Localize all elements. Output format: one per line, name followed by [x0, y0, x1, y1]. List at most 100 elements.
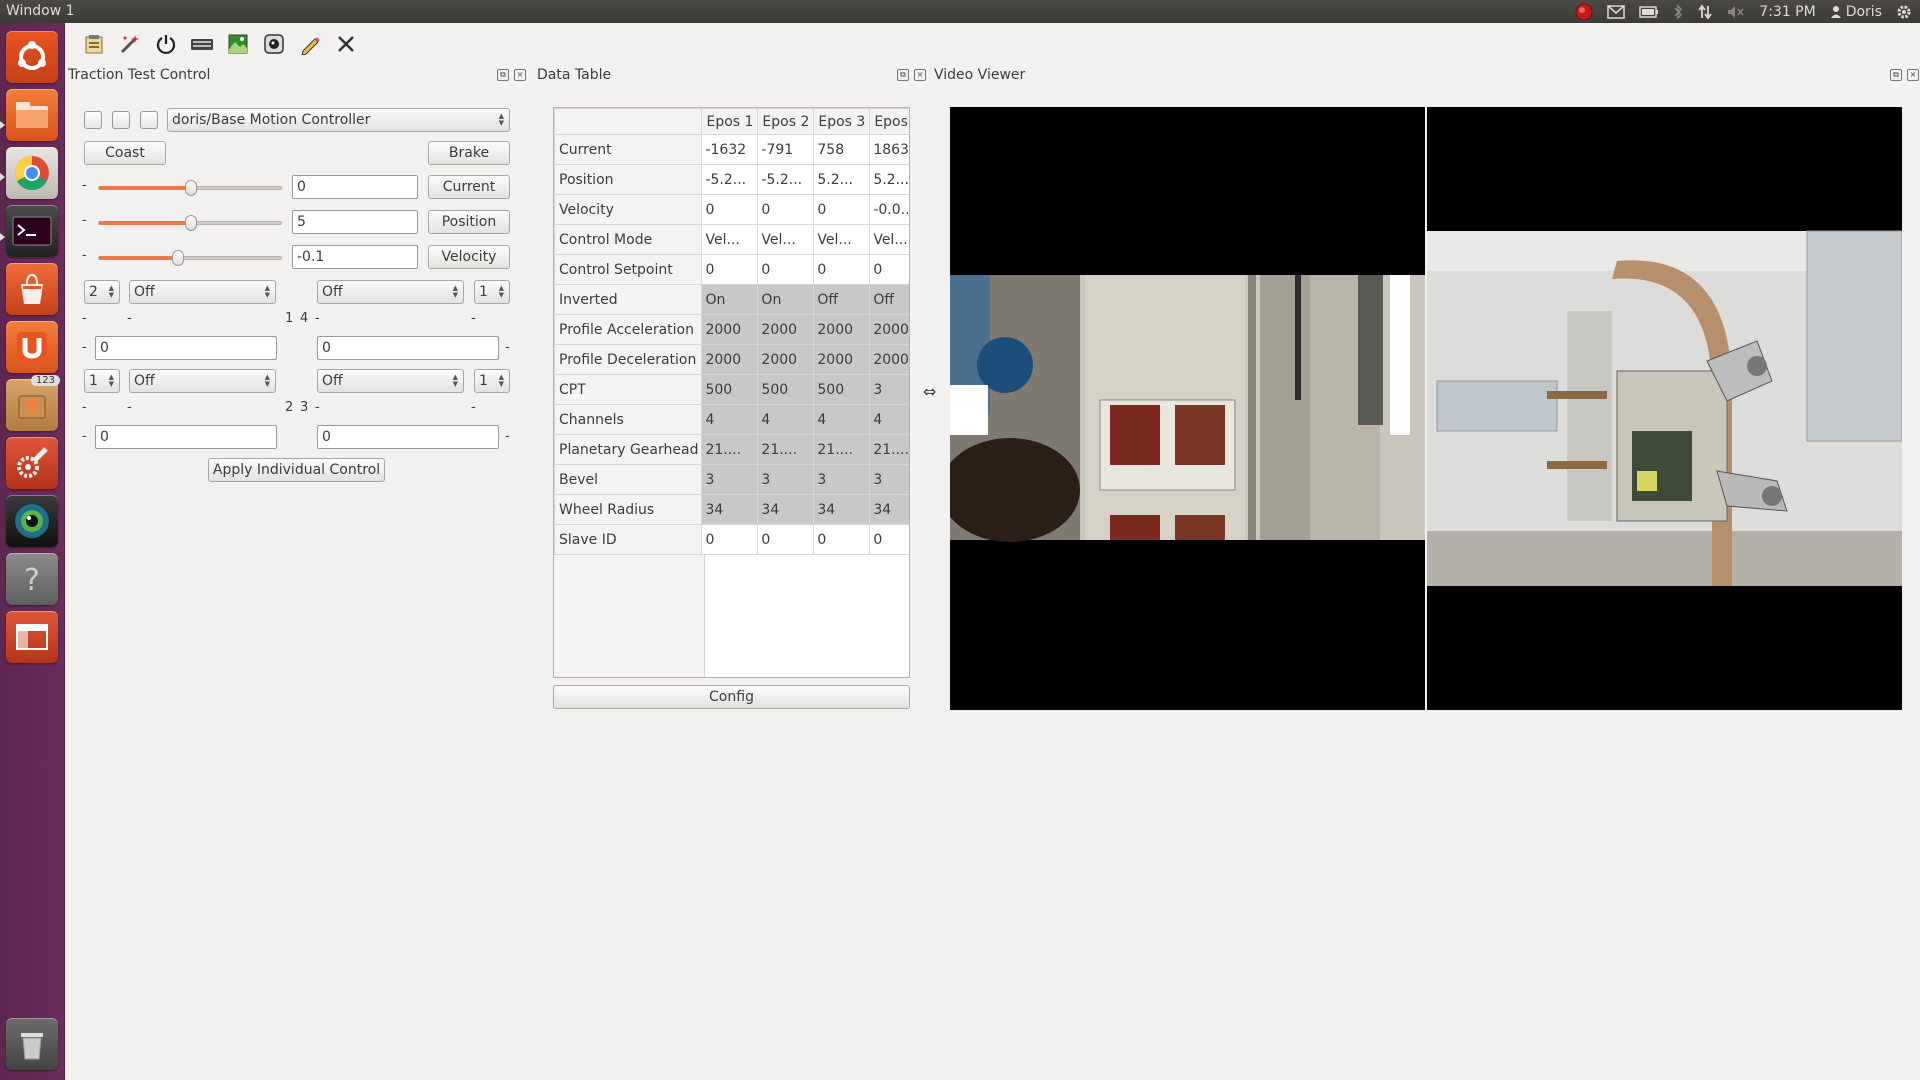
apply-individual-control-button[interactable]: Apply Individual Control	[208, 458, 385, 482]
table-cell[interactable]: 3	[701, 464, 759, 495]
video-feed-left[interactable]	[950, 107, 1425, 710]
position-button[interactable]: Position	[428, 210, 510, 234]
table-cell[interactable]: 2000	[757, 314, 815, 345]
table-cell[interactable]: 500	[701, 374, 759, 405]
row-header[interactable]: Channels	[554, 404, 703, 435]
battery-icon[interactable]	[1639, 5, 1659, 18]
table-cell[interactable]: Vel...	[701, 224, 759, 255]
row-header[interactable]: Slave ID	[554, 524, 703, 555]
controller-select[interactable]: doris/Base Motion Controller ▲ ▼	[167, 108, 510, 132]
table-cell[interactable]: On	[701, 284, 759, 315]
slider-handle[interactable]	[185, 180, 197, 196]
pencil-icon[interactable]	[296, 30, 324, 58]
chrome-icon[interactable]	[6, 147, 58, 199]
motor-spinbox-right[interactable]: 1 ▲ ▼	[474, 280, 510, 304]
float-dock-button[interactable]: ⧉	[1890, 69, 1902, 81]
brake-button[interactable]: Brake	[428, 141, 510, 165]
row-header[interactable]: Profile Acceleration	[554, 314, 703, 345]
setpoint-input-right[interactable]: 0	[317, 425, 499, 449]
volume-muted-icon[interactable]	[1727, 5, 1745, 19]
setpoint-input-left[interactable]: 0	[95, 336, 277, 360]
table-cell[interactable]: 21....	[813, 434, 871, 465]
table-cell[interactable]: -1632	[701, 134, 759, 165]
current-value-input[interactable]: 0	[292, 175, 418, 199]
table-cell[interactable]: 1863	[869, 134, 909, 165]
table-cell[interactable]: 500	[813, 374, 871, 405]
record-icon[interactable]	[1575, 3, 1593, 21]
position-value-input[interactable]: 5	[292, 210, 418, 234]
bluetooth-icon[interactable]	[1673, 3, 1683, 20]
current-slider[interactable]	[98, 180, 282, 196]
close-dock-button[interactable]: ×	[1907, 69, 1919, 81]
enable-checkbox-3[interactable]	[140, 111, 158, 129]
table-cell[interactable]: 3	[813, 464, 871, 495]
table-cell[interactable]: -5.2...	[701, 164, 759, 195]
enable-checkbox-1[interactable]	[84, 111, 102, 129]
table-cell[interactable]: 5.2...	[869, 164, 909, 195]
table-cell[interactable]: 0	[869, 254, 909, 285]
motor-spinbox-left[interactable]: 2 ▲ ▼	[84, 280, 120, 304]
column-header[interactable]: Epos 4	[869, 108, 909, 135]
row-header[interactable]: Position	[554, 164, 703, 195]
table-cell[interactable]: 2000	[701, 344, 759, 375]
table-cell[interactable]: 0	[757, 254, 815, 285]
close-dock-button[interactable]: ×	[514, 69, 526, 81]
image-plugin-icon[interactable]	[224, 30, 252, 58]
float-dock-button[interactable]: ⧉	[897, 69, 909, 81]
config-button[interactable]: Config	[553, 685, 910, 709]
table-cell[interactable]: 21....	[701, 434, 759, 465]
table-cell[interactable]: 34	[813, 494, 871, 525]
table-cell[interactable]: 5.2...	[813, 164, 871, 195]
table-cell[interactable]: Vel...	[757, 224, 815, 255]
row-header[interactable]: Wheel Radius	[554, 494, 703, 525]
table-cell[interactable]: 0	[757, 194, 815, 225]
mode-select-right[interactable]: Off ▲ ▼	[317, 280, 464, 304]
slider-handle[interactable]	[172, 250, 185, 266]
table-cell[interactable]: 2000	[701, 314, 759, 345]
keyboard-icon[interactable]	[188, 30, 216, 58]
table-cell[interactable]: Off	[869, 284, 909, 315]
table-cell[interactable]: 0	[813, 254, 871, 285]
table-cell[interactable]: 34	[701, 494, 759, 525]
mail-icon[interactable]	[1607, 4, 1626, 19]
table-cell[interactable]: 2000	[869, 314, 909, 345]
table-cell[interactable]: 2000	[813, 344, 871, 375]
workspace-switcher-icon[interactable]	[6, 611, 58, 663]
table-cell[interactable]: 3	[869, 374, 909, 405]
table-cell[interactable]: -791	[757, 134, 815, 165]
enable-checkbox-2[interactable]	[112, 111, 130, 129]
mode-select-left[interactable]: Off ▲ ▼	[129, 369, 276, 393]
software-updater-icon[interactable]: 123	[6, 375, 60, 431]
resize-handle-icon[interactable]: ⇔	[923, 382, 936, 401]
table-cell[interactable]: 21....	[757, 434, 815, 465]
gear-icon[interactable]	[1896, 4, 1912, 20]
mode-select-left[interactable]: Off ▲ ▼	[129, 280, 276, 304]
clipboard-icon[interactable]	[80, 30, 108, 58]
position-slider[interactable]	[98, 215, 282, 231]
table-cell[interactable]: 500	[757, 374, 815, 405]
table-cell[interactable]: Vel...	[813, 224, 871, 255]
column-header[interactable]: Epos 3	[813, 108, 871, 135]
current-button[interactable]: Current	[428, 175, 510, 199]
close-dock-button[interactable]: ×	[914, 69, 926, 81]
table-cell[interactable]: 34	[869, 494, 909, 525]
table-cell[interactable]: 2000	[757, 344, 815, 375]
power-icon[interactable]	[152, 30, 180, 58]
video-feed-right[interactable]	[1427, 107, 1902, 710]
table-cell[interactable]: 0	[869, 524, 909, 555]
table-cell[interactable]: 4	[701, 404, 759, 435]
slider-handle[interactable]	[185, 215, 197, 231]
table-cell[interactable]: 3	[757, 464, 815, 495]
table-cell[interactable]: 0	[813, 194, 871, 225]
magic-wand-icon[interactable]	[116, 30, 144, 58]
table-cell[interactable]: -0.0...	[869, 194, 909, 225]
row-header[interactable]: Control Mode	[554, 224, 703, 255]
velocity-value-input[interactable]: -0.1	[292, 245, 418, 269]
table-cell[interactable]: 34	[757, 494, 815, 525]
table-cell[interactable]: 2000	[869, 344, 909, 375]
files-icon[interactable]	[6, 89, 58, 141]
table-cell[interactable]: 0	[701, 254, 759, 285]
velocity-slider[interactable]	[98, 250, 282, 266]
setpoint-input-right[interactable]: 0	[317, 336, 499, 360]
table-cell[interactable]: 0	[813, 524, 871, 555]
